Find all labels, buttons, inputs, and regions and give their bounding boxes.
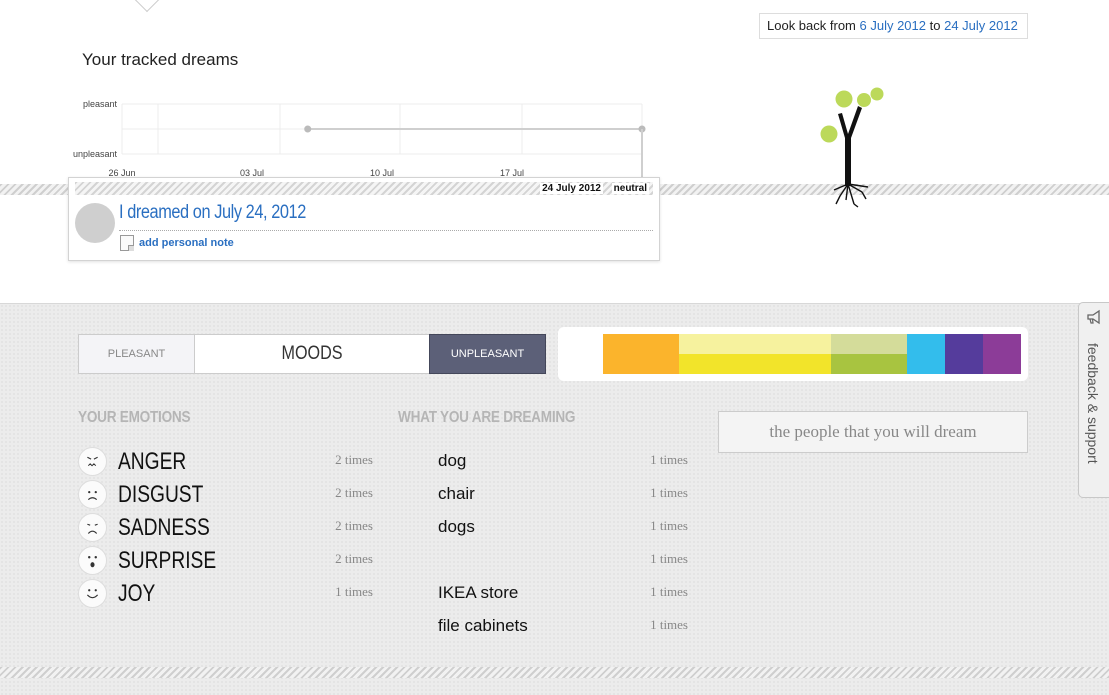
dream-topic-count: 1 times bbox=[650, 617, 688, 632]
dream-entry-card: 24 July 2012 neutral I dreamed on July 2… bbox=[68, 177, 660, 261]
dream-topic-count: 1 times bbox=[650, 518, 688, 533]
dream-mood: neutral bbox=[611, 183, 649, 194]
dream-topic-name: chair bbox=[438, 484, 475, 503]
dream-topic-row: dog 1 times bbox=[438, 447, 690, 477]
dream-topic-row: file cabinets 1 times bbox=[438, 612, 690, 642]
tree-leaf bbox=[857, 93, 871, 107]
emotion-count: 2 times bbox=[335, 452, 373, 467]
dream-topic-row: chair 1 times bbox=[438, 480, 690, 510]
dream-topic-count: 1 times bbox=[650, 551, 688, 566]
megaphone-icon bbox=[1087, 309, 1100, 325]
emotion-name: SURPRISE bbox=[118, 547, 217, 574]
mood-color-segment bbox=[945, 334, 983, 374]
dream-topic-count: 1 times bbox=[650, 584, 688, 599]
mood-color-panel bbox=[558, 327, 1028, 381]
emotion-count: 2 times bbox=[335, 518, 373, 533]
moods-label: MOODS bbox=[281, 343, 343, 364]
surprised-face-icon bbox=[78, 546, 107, 575]
chart-y-label: pleasant bbox=[83, 99, 118, 109]
emotion-name: DISGUST bbox=[118, 481, 204, 508]
add-personal-note-link[interactable]: add personal note bbox=[139, 237, 234, 249]
avatar bbox=[75, 203, 115, 243]
people-button[interactable]: the people that you will dream bbox=[718, 411, 1028, 453]
tree-illustration bbox=[820, 87, 884, 208]
dream-title-link[interactable]: I dreamed on July 24, 2012 bbox=[119, 202, 306, 224]
tree-leaf bbox=[820, 125, 838, 143]
tree-leaf bbox=[870, 87, 884, 101]
note-icon[interactable] bbox=[120, 235, 134, 251]
emotion-count: 2 times bbox=[335, 551, 373, 566]
dream-topic-name: dog bbox=[438, 451, 467, 470]
emotion-row: ANGER 2 times bbox=[78, 447, 378, 477]
emotion-count: 2 times bbox=[335, 485, 373, 500]
mood-color-segment bbox=[679, 334, 831, 374]
pleasant-button[interactable]: PLEASANT bbox=[79, 335, 195, 373]
frown-face-icon bbox=[78, 480, 107, 509]
page: Look back from 6 July 2012 to 24 July 20… bbox=[0, 0, 1109, 695]
feedback-label: feedback & support bbox=[1085, 343, 1101, 464]
mood-color-segment bbox=[983, 334, 1021, 374]
dream-topic-count: 1 times bbox=[650, 452, 688, 467]
dream-topic-count: 1 times bbox=[650, 485, 688, 500]
date-range-selector: Look back from 6 July 2012 to 24 July 20… bbox=[759, 13, 1028, 39]
dream-topic-row: 1 times bbox=[438, 546, 690, 576]
dreaming-heading: WHAT YOU ARE DREAMING bbox=[398, 409, 576, 426]
chart-y-label: unpleasant bbox=[73, 149, 118, 159]
dream-topic-row: IKEA store 1 times bbox=[438, 579, 690, 609]
unpleasant-button[interactable]: UNPLEASANT bbox=[429, 334, 546, 374]
emotion-row: SADNESS 2 times bbox=[78, 513, 378, 543]
emotion-row: DISGUST 2 times bbox=[78, 480, 378, 510]
dream-topic-name: file cabinets bbox=[438, 616, 528, 635]
mood-color-segment bbox=[907, 334, 945, 374]
moods-toggle: PLEASANT MOODS bbox=[78, 334, 430, 374]
emotion-name: JOY bbox=[118, 580, 156, 607]
dream-topic-name: dogs bbox=[438, 517, 475, 536]
smile-face-icon bbox=[78, 579, 107, 608]
emotion-name: ANGER bbox=[118, 448, 187, 475]
tracked-dreams-title: Your tracked dreams bbox=[82, 50, 239, 69]
range-end-link[interactable]: 24 July 2012 bbox=[944, 18, 1018, 33]
feedback-tab[interactable]: feedback & support bbox=[1078, 302, 1109, 498]
bottom-stripe-divider bbox=[0, 667, 1109, 678]
chart-data-point bbox=[304, 125, 312, 133]
emotion-name: SADNESS bbox=[118, 514, 210, 541]
emotion-row: JOY 1 times bbox=[78, 579, 378, 609]
dream-topic-row: dogs 1 times bbox=[438, 513, 690, 543]
dream-topic-name: IKEA store bbox=[438, 583, 519, 602]
mood-color-segment bbox=[831, 334, 907, 374]
emotions-heading: YOUR EMOTIONS bbox=[78, 409, 191, 426]
tracked-dreams-chart: unpleasantpleasant26 Jun 03 Jul 10 Jul 17 J… bbox=[73, 99, 646, 185]
card-divider bbox=[119, 230, 653, 231]
tree-leaf bbox=[835, 90, 853, 108]
tree-roots bbox=[833, 183, 869, 208]
angry-face-icon bbox=[78, 447, 107, 476]
dream-date: 24 July 2012 bbox=[540, 183, 603, 194]
tree-trunk bbox=[838, 106, 862, 186]
top-pointer-notch bbox=[132, 0, 162, 13]
mood-color-segment bbox=[603, 334, 679, 374]
range-mid: to bbox=[929, 18, 941, 33]
range-prefix: Look back from bbox=[767, 18, 856, 33]
range-start-link[interactable]: 6 July 2012 bbox=[860, 18, 927, 33]
emotion-count: 1 times bbox=[335, 584, 373, 599]
mood-color-strip bbox=[603, 334, 1021, 374]
sad-face-icon bbox=[78, 513, 107, 542]
emotion-row: SURPRISE 2 times bbox=[78, 546, 378, 576]
